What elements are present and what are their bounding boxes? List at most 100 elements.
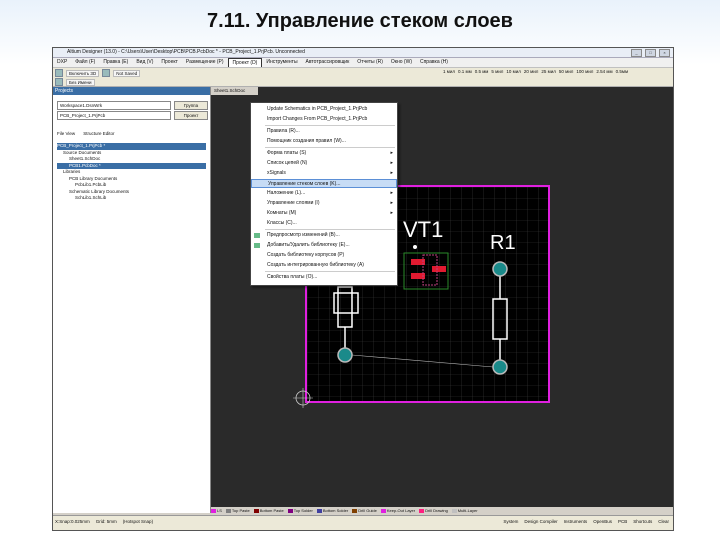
snap-button-5[interactable]: 20 мил bbox=[524, 69, 539, 74]
menu-1[interactable]: Файл (F) bbox=[71, 58, 99, 67]
layer-tab-5[interactable]: Drill Guide bbox=[352, 508, 377, 513]
snap-button-7[interactable]: 50 мил bbox=[559, 69, 574, 74]
snap-button-6[interactable]: 25 мил bbox=[541, 69, 556, 74]
menu-item-5[interactable]: Список цепей (N) ▸ bbox=[251, 159, 397, 168]
submenu-arrow-icon: ▸ bbox=[390, 170, 393, 176]
menu-item-11[interactable]: Классы (C)... bbox=[251, 219, 397, 228]
menu-6[interactable]: Проект (D) bbox=[227, 58, 263, 67]
minimize-icon[interactable]: _ bbox=[631, 49, 642, 57]
submenu-arrow-icon: ▸ bbox=[390, 190, 393, 196]
menu-item-label: Создать библиотеку корпусов (P) bbox=[267, 252, 345, 258]
menu-item-8[interactable]: Наложение (L)... ▸ bbox=[251, 189, 397, 198]
close-icon[interactable]: × bbox=[659, 49, 670, 57]
snap-button-10[interactable]: 0.5мм bbox=[616, 69, 628, 74]
toolbar-icon[interactable] bbox=[55, 78, 63, 86]
menu-9[interactable]: Отчеты (R) bbox=[353, 58, 387, 67]
menu-7[interactable]: Инструменты bbox=[262, 58, 301, 67]
menu-2[interactable]: Правка (E) bbox=[99, 58, 132, 67]
toolbar-icon[interactable] bbox=[102, 69, 111, 77]
menu-item-1[interactable]: Import Changes From PCB_Project_1.PrjPcb bbox=[251, 115, 397, 124]
panel-link[interactable]: System bbox=[503, 519, 518, 524]
panel-link[interactable]: Shortcuts bbox=[633, 519, 652, 524]
maximize-icon[interactable]: □ bbox=[645, 49, 656, 57]
menu-item-9[interactable]: Управление слоями (I) ▸ bbox=[251, 199, 397, 208]
panel-link[interactable]: Instruments bbox=[564, 519, 588, 524]
layer-tab-6[interactable]: Keep-Out Layer bbox=[380, 508, 416, 513]
panel-link[interactable]: PCB bbox=[618, 519, 627, 524]
design-menu-dropdown: Update Schematics in PCB_Project_1.PrjPc… bbox=[250, 102, 398, 286]
layer-tab-8[interactable]: Multi-Layer bbox=[451, 508, 478, 513]
snap-button-2[interactable]: 0.5 мм bbox=[475, 69, 489, 74]
projects-panel: Projects Workspace1.DsnWrk Группа PCB_Pr… bbox=[53, 87, 211, 513]
menu-8[interactable]: Автотрассировщик bbox=[302, 58, 354, 67]
window-title: Altium Designer (13.0) - C:\Users\User\D… bbox=[67, 49, 305, 55]
layer-tabs: LS Top Paste Bottom Paste Top Solder Bottom … bbox=[211, 507, 673, 514]
structure-editor-radio[interactable]: Structure Editor bbox=[83, 131, 114, 136]
snap-button-4[interactable]: 10 мил bbox=[506, 69, 521, 74]
document-tab[interactable]: Sheet1.SchDoc bbox=[211, 87, 258, 95]
layer-color-swatch bbox=[211, 508, 216, 513]
menu-item-10[interactable]: Комнаты (M) ▸ bbox=[251, 209, 397, 218]
project-button[interactable]: Проект bbox=[174, 111, 208, 120]
menu-item-15[interactable]: Создать интегрированную библиотеку (A) bbox=[251, 261, 397, 270]
panel-link[interactable]: Clear bbox=[658, 519, 669, 524]
menu-item-label: Комнаты (M) bbox=[267, 210, 297, 216]
layer-tab-1[interactable]: Top Paste bbox=[225, 508, 250, 513]
menu-item-6[interactable]: xSignals ▸ bbox=[251, 169, 397, 178]
menu-item-label: Форма платы (S) bbox=[267, 150, 307, 156]
toolbar-row-1: Включить 3D Not Saved bbox=[55, 69, 141, 77]
layer-tab-7[interactable]: Drill Drawing bbox=[419, 508, 448, 513]
project-dropdown[interactable]: PCB_Project_1.PrjPcb bbox=[57, 111, 171, 120]
layer-tab-0[interactable]: LS bbox=[211, 508, 222, 513]
menu-item-7[interactable]: Управление стеком слоев (K)... bbox=[251, 179, 397, 188]
layer-color-swatch bbox=[380, 508, 386, 513]
menu-item-icon bbox=[254, 233, 260, 238]
panel-link[interactable]: Design Compiler bbox=[524, 519, 557, 524]
layer-tab-label: Top Paste bbox=[231, 508, 250, 513]
snap-button-3[interactable]: 5 мил bbox=[491, 69, 503, 74]
menu-5[interactable]: Размещение (P) bbox=[182, 58, 228, 67]
workspace-dropdown[interactable]: Workspace1.DsnWrk bbox=[57, 101, 171, 110]
menu-0[interactable]: DXP bbox=[53, 58, 71, 67]
menu-item-14[interactable]: Создать библиотеку корпусов (P) bbox=[251, 251, 397, 260]
menu-3[interactable]: Вид (V) bbox=[132, 58, 157, 67]
snap-button-8[interactable]: 100 мил bbox=[576, 69, 593, 74]
snap-button-0[interactable]: 1 мил bbox=[443, 69, 455, 74]
layer-tab-3[interactable]: Top Solder bbox=[287, 508, 313, 513]
menu-4[interactable]: Проект bbox=[157, 58, 181, 67]
layer-tab-label: Keep-Out Layer bbox=[386, 508, 416, 513]
toolbar-item-0[interactable]: Включить 3D bbox=[66, 69, 100, 77]
menu-item-label: Классы (C)... bbox=[267, 220, 297, 226]
file-view-radio[interactable]: File View bbox=[57, 131, 75, 136]
status-item: Grid: 5mm bbox=[95, 519, 117, 524]
layer-tab-4[interactable]: Bottom Solder bbox=[316, 508, 349, 513]
workspace-button[interactable]: Группа bbox=[174, 101, 208, 110]
menu-item-13[interactable]: Добавить/Удалить библиотеку (E)... bbox=[251, 241, 397, 250]
menu-11[interactable]: Справка (H) bbox=[416, 58, 452, 67]
panel-link[interactable]: OpenBus bbox=[593, 519, 612, 524]
layer-color-swatch bbox=[287, 508, 293, 513]
tree-item[interactable]: SchLib1.SchLib bbox=[57, 195, 206, 202]
layer-tab-label: LS bbox=[217, 508, 222, 513]
snap-button-9[interactable]: 2.54 мм bbox=[596, 69, 612, 74]
r1-pad-2 bbox=[492, 359, 508, 375]
menu-item-2[interactable]: Правила (R)... bbox=[251, 127, 397, 136]
menu-item-label: Update Schematics in PCB_Project_1.PrjPc… bbox=[267, 106, 368, 112]
layer-tab-label: Bottom Solder bbox=[322, 508, 349, 513]
menu-item-12[interactable]: Предпросмотр изменений (B)... bbox=[251, 231, 397, 240]
menu-item-0[interactable]: Update Schematics in PCB_Project_1.PrjPc… bbox=[251, 105, 397, 114]
menu-item-16[interactable]: Свойства платы (O)... bbox=[251, 273, 397, 282]
toolbar-icon[interactable] bbox=[55, 69, 63, 77]
menu-item-3[interactable]: Помощник создания правил (W)... bbox=[251, 137, 397, 146]
menu-item-4[interactable]: Форма платы (S) ▸ bbox=[251, 149, 397, 158]
toolbar-item-1[interactable]: Not Saved bbox=[113, 69, 141, 77]
submenu-arrow-icon: ▸ bbox=[390, 210, 393, 216]
toolbar2-item-0[interactable]: Без Имени bbox=[66, 78, 95, 86]
submenu-arrow-icon: ▸ bbox=[390, 160, 393, 166]
r1-designator: R1 bbox=[490, 232, 516, 254]
menu-item-label: Помощник создания правил (W)... bbox=[267, 138, 346, 144]
menu-10[interactable]: Окно (W) bbox=[387, 58, 416, 67]
layer-tab-2[interactable]: Bottom Paste bbox=[253, 508, 284, 513]
snap-button-1[interactable]: 0.1 мм bbox=[458, 69, 472, 74]
pad-left bbox=[337, 347, 353, 363]
